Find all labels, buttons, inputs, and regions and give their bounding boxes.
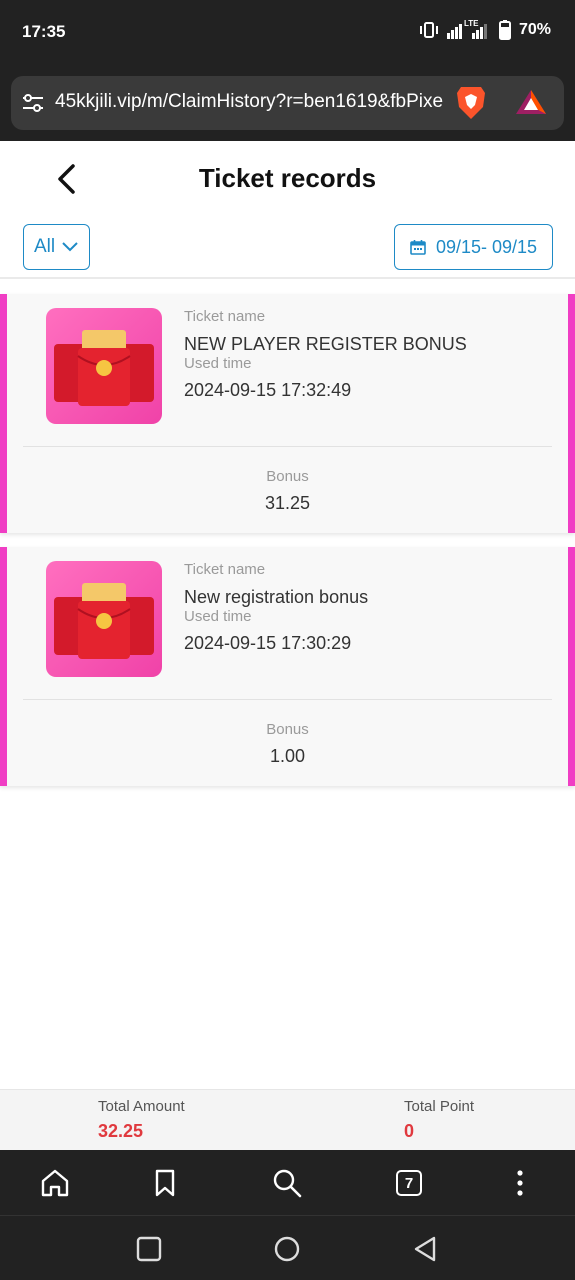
filter-row: All 09/15- 09/15 — [0, 217, 575, 279]
chevron-down-icon — [62, 242, 78, 252]
total-amount-label: Total Amount — [98, 1098, 185, 1115]
total-point: Total Point 0 — [404, 1098, 474, 1142]
signal-icon: LTE — [446, 19, 491, 39]
status-bar: 17:35 LTE 70% — [0, 0, 575, 66]
back-triangle-icon[interactable] — [410, 1234, 440, 1264]
ticket-name-value: NEW PLAYER REGISTER BONUS — [184, 334, 467, 354]
date-range-filter[interactable]: 09/15- 09/15 — [394, 224, 553, 270]
bonus-value: 1.00 — [269, 746, 306, 766]
used-time-label: Used time — [184, 355, 252, 372]
brave-icon[interactable] — [455, 85, 487, 121]
status-icons: LTE 70% — [419, 19, 551, 40]
record-card[interactable]: Ticket name New registration bonus Used … — [0, 547, 575, 786]
url-text[interactable]: 45kkjili.vip/m/ClaimHistory?r=ben1619&fb… — [55, 91, 453, 113]
status-time: 17:35 — [22, 22, 66, 41]
card-divider — [23, 446, 552, 447]
recents-icon[interactable] — [134, 1234, 164, 1264]
battery-percent: 70% — [518, 21, 551, 38]
record-list: Ticket name NEW PLAYER REGISTER BONUS Us… — [0, 279, 575, 1089]
system-nav-bar — [0, 1216, 575, 1280]
browser-bottom-bar: 7 — [0, 1150, 575, 1216]
home-circle-icon[interactable] — [272, 1234, 302, 1264]
type-filter-label: All — [33, 236, 56, 257]
network-type: LTE — [463, 19, 479, 28]
used-time-label: Used time — [184, 608, 252, 625]
bonus-label: Bonus — [266, 468, 309, 485]
search-icon[interactable] — [270, 1166, 304, 1200]
bookmark-icon[interactable] — [148, 1166, 182, 1200]
tab-switcher-button[interactable]: 7 — [396, 1170, 422, 1196]
ticket-name-label: Ticket name — [184, 561, 266, 578]
total-amount-value: 32.25 — [98, 1121, 144, 1141]
ticket-name-value: New registration bonus — [184, 587, 369, 607]
bonus-block: Bonus 31.25 — [7, 468, 568, 514]
used-time-value: 2024-09-15 17:30:29 — [184, 633, 352, 653]
ticket-name-label: Ticket name — [184, 308, 266, 325]
totals-bar: Total Amount 32.25 Total Point 0 — [0, 1089, 575, 1150]
vibrate-icon — [419, 22, 438, 38]
used-time-value: 2024-09-15 17:32:49 — [184, 380, 352, 400]
red-envelope-icon — [46, 308, 162, 424]
page-header: Ticket records — [0, 141, 575, 217]
battery-icon — [498, 20, 511, 40]
card-divider — [23, 699, 552, 700]
total-point-label: Total Point — [404, 1098, 475, 1115]
bat-icon[interactable] — [515, 88, 547, 116]
tune-icon[interactable] — [21, 91, 45, 115]
url-bar[interactable]: 45kkjili.vip/m/ClaimHistory?r=ben1619&fb… — [11, 76, 564, 130]
total-amount: Total Amount 32.25 — [98, 1098, 185, 1142]
record-card[interactable]: Ticket name NEW PLAYER REGISTER BONUS Us… — [0, 294, 575, 533]
bonus-value: 31.25 — [264, 493, 311, 513]
home-icon[interactable] — [38, 1166, 72, 1200]
bonus-block: Bonus 1.00 — [7, 721, 568, 767]
more-icon[interactable] — [503, 1166, 537, 1200]
type-filter-dropdown[interactable]: All — [23, 224, 90, 270]
calendar-icon — [410, 240, 426, 255]
red-envelope-icon — [46, 561, 162, 677]
total-point-value: 0 — [404, 1121, 415, 1141]
browser-toolbar: 45kkjili.vip/m/ClaimHistory?r=ben1619&fb… — [0, 66, 575, 141]
page-title: Ticket records — [198, 163, 377, 193]
date-range-text: 09/15- 09/15 — [435, 236, 538, 257]
bonus-label: Bonus — [266, 721, 309, 738]
